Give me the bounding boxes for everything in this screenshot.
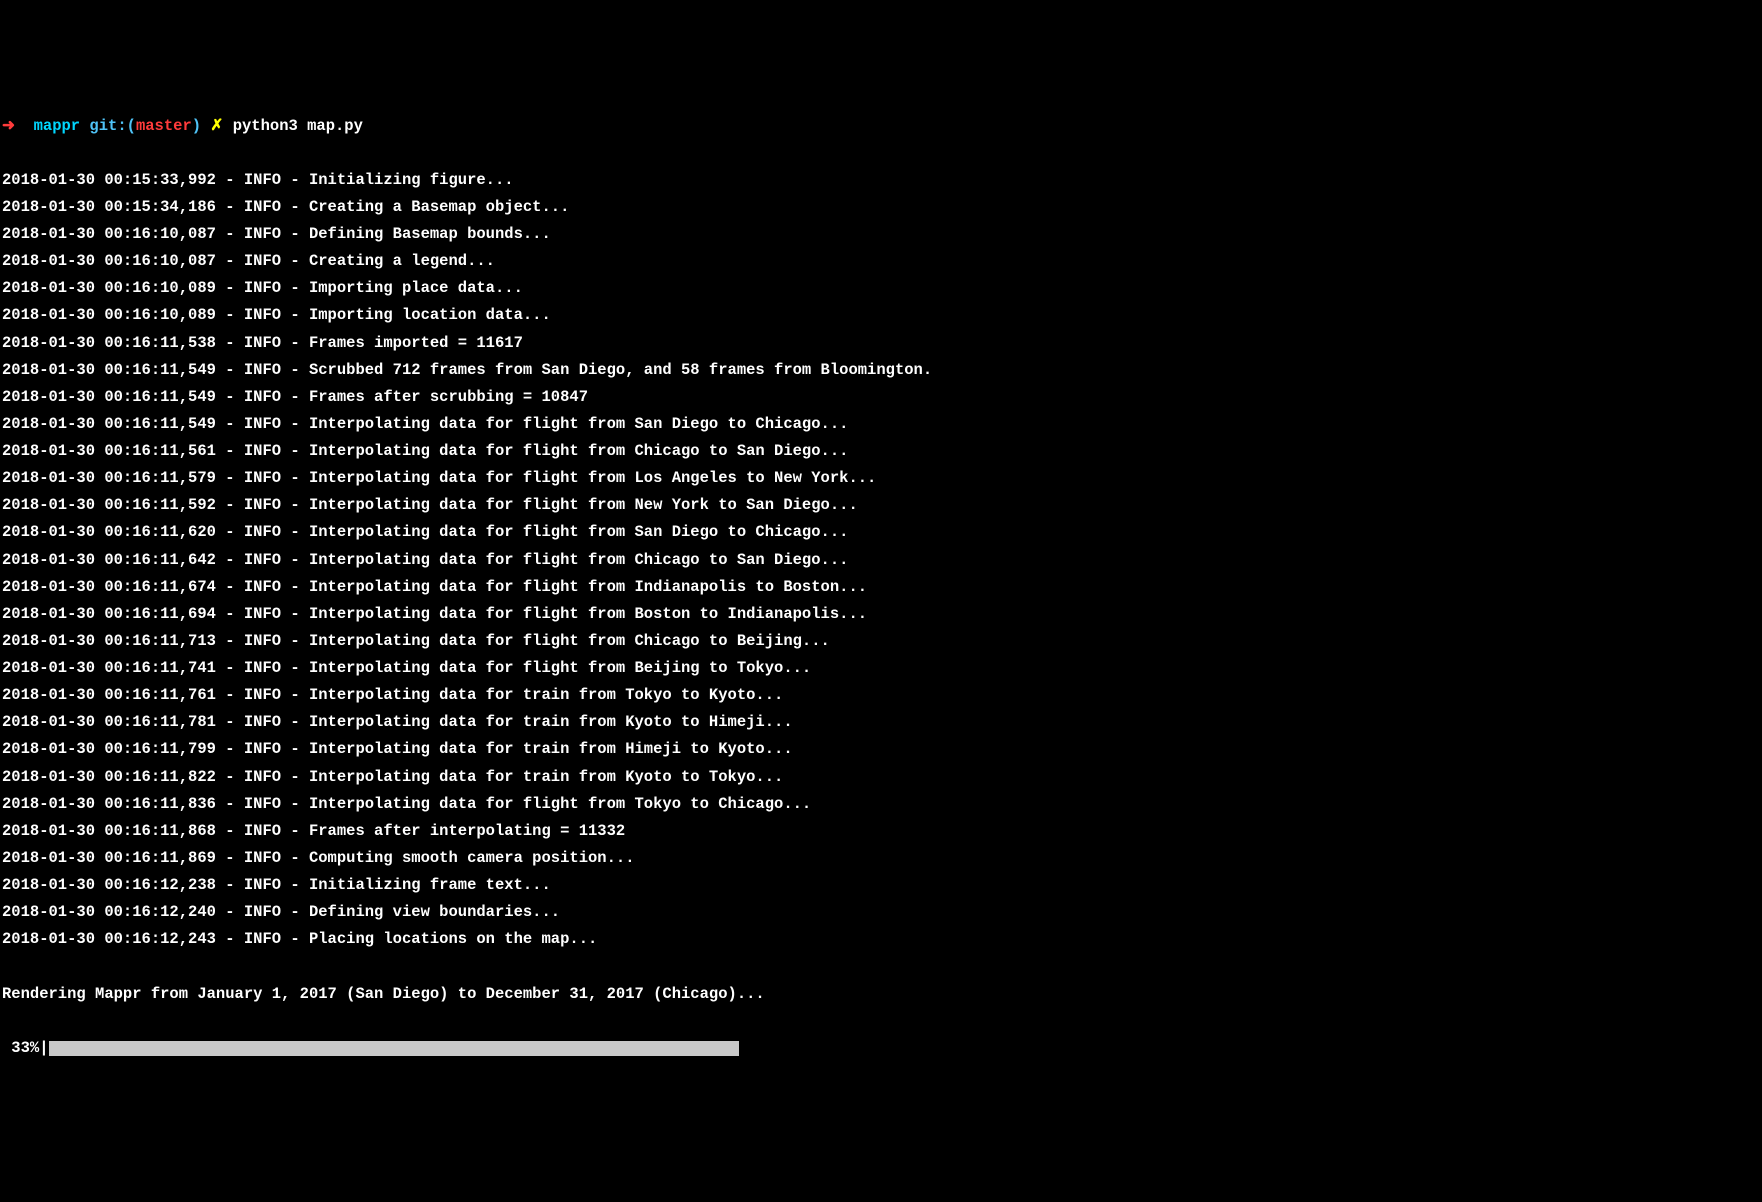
log-output: 2018-01-30 00:15:33,992 - INFO - Initial…	[2, 167, 1760, 954]
git-close-paren: )	[192, 113, 201, 140]
log-line: 2018-01-30 00:16:11,549 - INFO - Interpo…	[2, 411, 1760, 438]
log-line: 2018-01-30 00:16:12,238 - INFO - Initial…	[2, 872, 1760, 899]
log-line: 2018-01-30 00:16:11,822 - INFO - Interpo…	[2, 764, 1760, 791]
log-line: 2018-01-30 00:16:12,243 - INFO - Placing…	[2, 926, 1760, 953]
dirty-icon: ✗	[210, 113, 223, 140]
progress-bar-fill	[49, 1041, 739, 1056]
log-line: 2018-01-30 00:16:11,868 - INFO - Frames …	[2, 818, 1760, 845]
git-label: git:(	[89, 113, 136, 140]
prompt-arrow-icon: ➜	[2, 113, 34, 140]
log-line: 2018-01-30 00:16:11,549 - INFO - Frames …	[2, 384, 1760, 411]
progress-percent: 33%|	[2, 1035, 49, 1062]
log-line: 2018-01-30 00:16:11,549 - INFO - Scrubbe…	[2, 357, 1760, 384]
log-line: 2018-01-30 00:16:11,642 - INFO - Interpo…	[2, 547, 1760, 574]
log-line: 2018-01-30 00:16:11,713 - INFO - Interpo…	[2, 628, 1760, 655]
shell-prompt: ➜ mappr git:(master) ✗ python3 map.py	[2, 113, 1760, 140]
log-line: 2018-01-30 00:16:11,761 - INFO - Interpo…	[2, 682, 1760, 709]
render-status-line: Rendering Mappr from January 1, 2017 (Sa…	[2, 981, 1760, 1008]
log-line: 2018-01-30 00:16:11,799 - INFO - Interpo…	[2, 736, 1760, 763]
log-line: 2018-01-30 00:16:11,538 - INFO - Frames …	[2, 330, 1760, 357]
log-line: 2018-01-30 00:16:10,087 - INFO - Definin…	[2, 221, 1760, 248]
log-line: 2018-01-30 00:16:11,694 - INFO - Interpo…	[2, 601, 1760, 628]
log-line: 2018-01-30 00:16:10,087 - INFO - Creatin…	[2, 248, 1760, 275]
log-line: 2018-01-30 00:16:11,561 - INFO - Interpo…	[2, 438, 1760, 465]
log-line: 2018-01-30 00:16:11,869 - INFO - Computi…	[2, 845, 1760, 872]
log-line: 2018-01-30 00:15:33,992 - INFO - Initial…	[2, 167, 1760, 194]
log-line: 2018-01-30 00:16:11,674 - INFO - Interpo…	[2, 574, 1760, 601]
log-line: 2018-01-30 00:16:11,579 - INFO - Interpo…	[2, 465, 1760, 492]
log-line: 2018-01-30 00:16:10,089 - INFO - Importi…	[2, 302, 1760, 329]
log-line: 2018-01-30 00:16:10,089 - INFO - Importi…	[2, 275, 1760, 302]
progress-bar: 33%|	[2, 1035, 1760, 1062]
log-line: 2018-01-30 00:16:11,836 - INFO - Interpo…	[2, 791, 1760, 818]
git-branch: master	[136, 113, 192, 140]
log-line: 2018-01-30 00:16:11,741 - INFO - Interpo…	[2, 655, 1760, 682]
log-line: 2018-01-30 00:16:11,781 - INFO - Interpo…	[2, 709, 1760, 736]
log-line: 2018-01-30 00:16:11,592 - INFO - Interpo…	[2, 492, 1760, 519]
prompt-directory: mappr	[34, 113, 81, 140]
command-text[interactable]: python3 map.py	[233, 113, 363, 140]
log-line: 2018-01-30 00:15:34,186 - INFO - Creatin…	[2, 194, 1760, 221]
log-line: 2018-01-30 00:16:11,620 - INFO - Interpo…	[2, 519, 1760, 546]
log-line: 2018-01-30 00:16:12,240 - INFO - Definin…	[2, 899, 1760, 926]
